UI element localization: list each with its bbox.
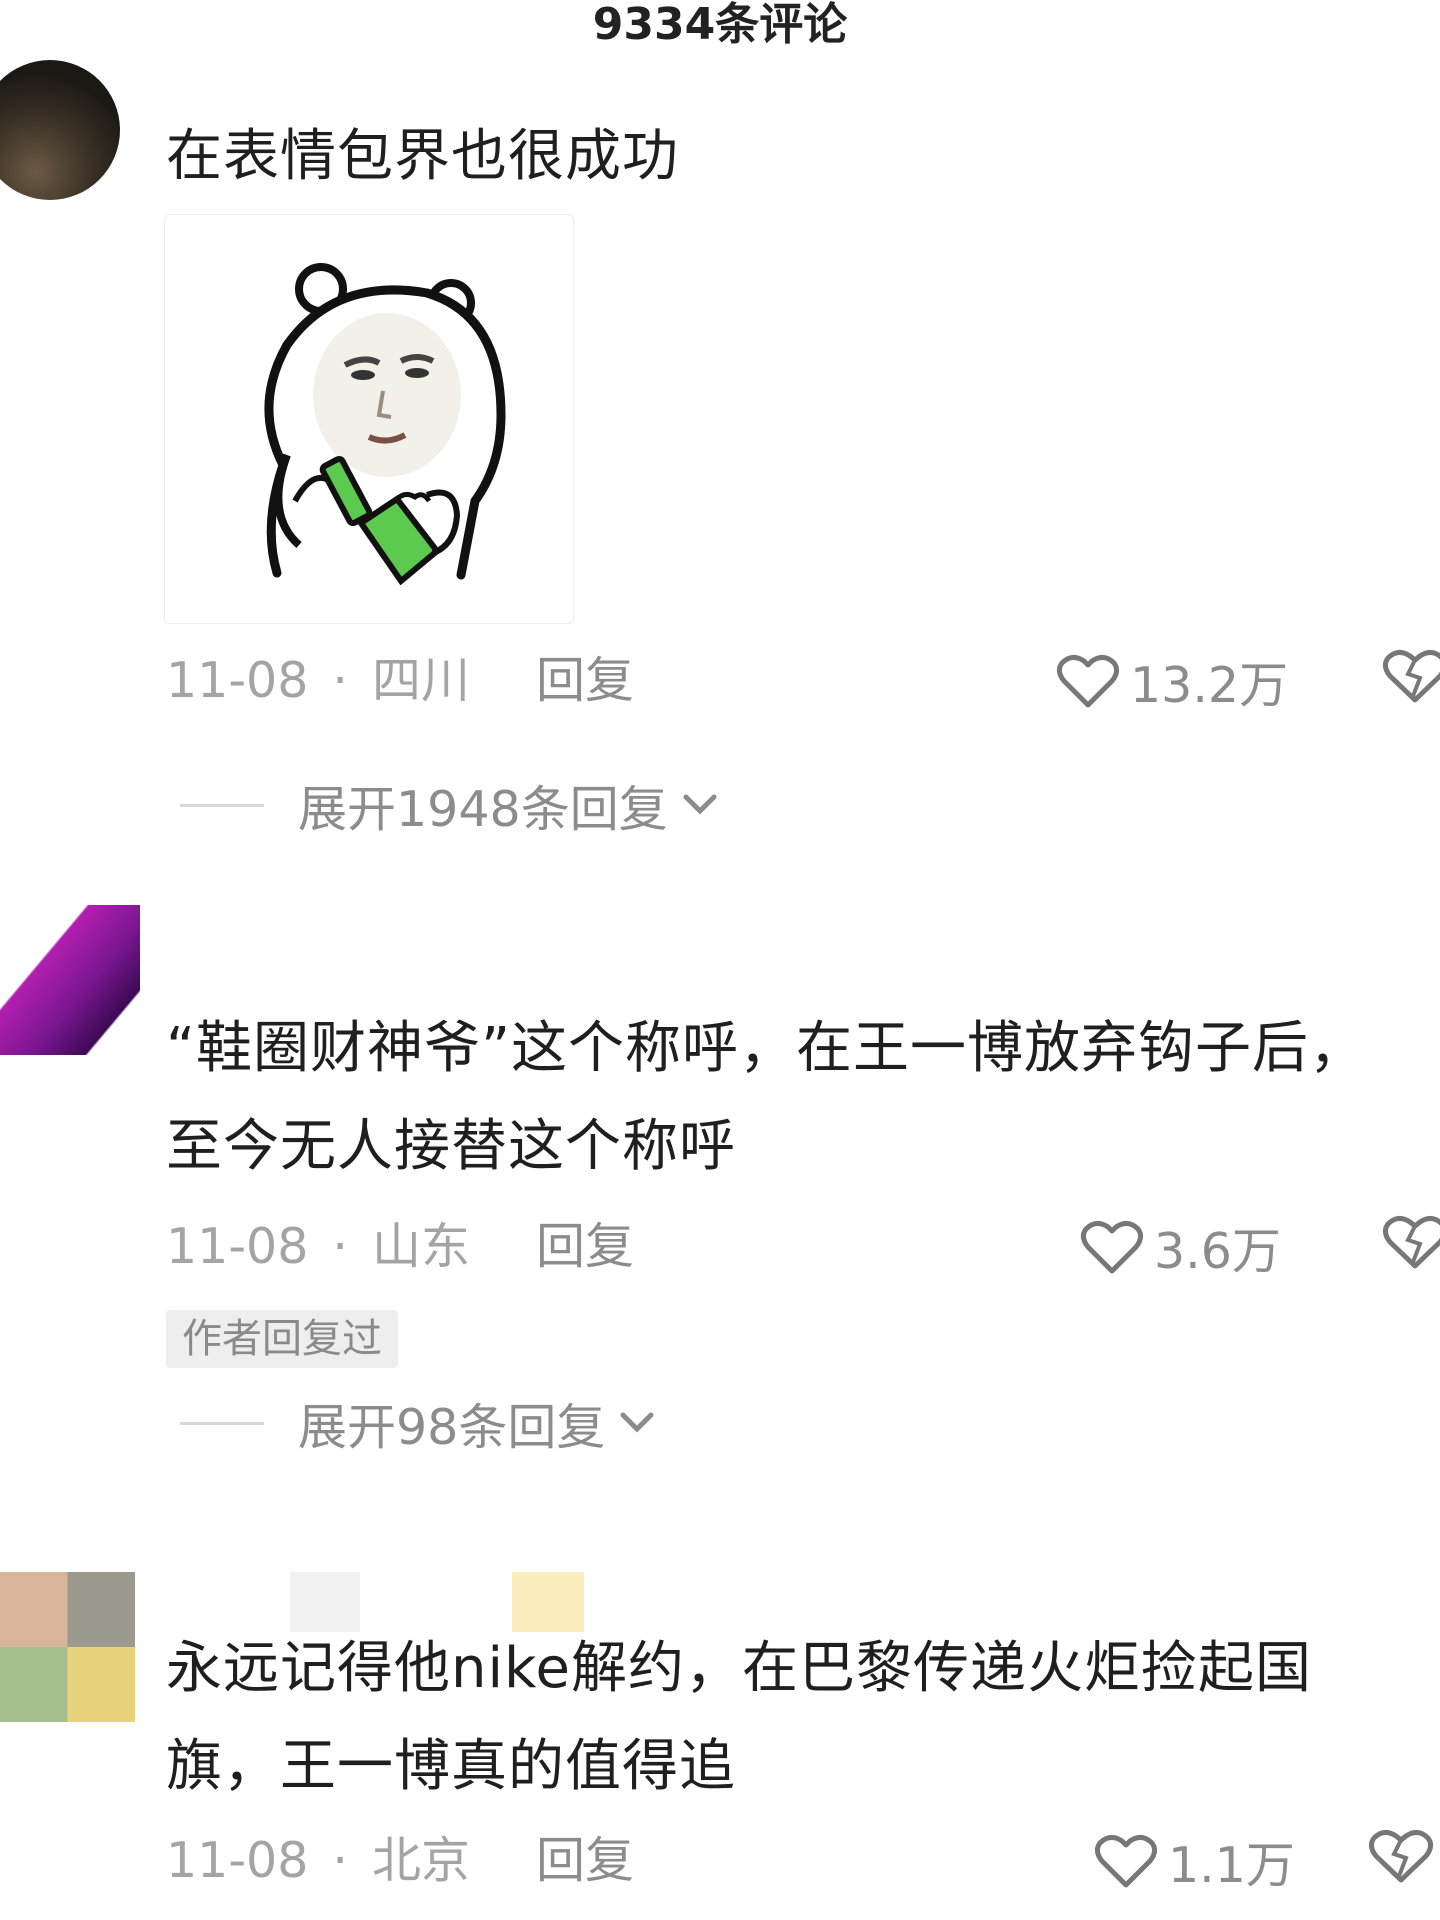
broken-heart-icon [1382,1216,1440,1269]
comment-meta: 11-08 · 北京 回复 [166,1826,634,1896]
expand-replies-label: 展开98条回复 [298,1398,606,1456]
comment-text: 永远记得他nike解约，在巴黎传递火炬捡起国 旗，王一博真的值得追 [166,1636,1312,1799]
like-count: 3.6万 [1154,1222,1281,1280]
heart-outline-icon [1056,655,1120,708]
broken-heart-icon [1382,650,1440,703]
divider-line [180,1421,264,1425]
comment-text: “鞋圈财神爷”这个称呼，在王一博放弃钩子后， 至今无人接替这个称呼 [166,1016,1367,1179]
dislike-button[interactable] [1380,646,1440,716]
expand-replies-button[interactable]: 展开1948条回复 [180,770,724,840]
avatar[interactable] [0,1572,135,1722]
comment-date: 11-08 [166,1832,309,1889]
like-count: 13.2万 [1130,656,1289,714]
like-button[interactable]: 3.6万 [1080,1212,1281,1282]
heart-outline-icon [1080,1221,1144,1274]
reply-button[interactable]: 回复 [536,646,634,716]
avatar[interactable] [0,60,120,200]
reply-button[interactable]: 回复 [536,1826,634,1896]
chevron-down-icon [620,1412,654,1433]
comment-text: 在表情包界也很成功 [166,124,679,189]
comment-location: 山东 [371,1218,470,1275]
comment-date: 11-08 [166,652,309,709]
like-count: 1.1万 [1168,1836,1295,1894]
heart-outline-icon [1094,1835,1158,1888]
comments-count-title: 9334条评论 [592,0,848,50]
expand-replies-button[interactable]: 展开98条回复 [180,1388,661,1458]
broken-heart-icon [1368,1830,1434,1883]
avatar[interactable] [0,905,140,1055]
like-button[interactable]: 1.1万 [1094,1826,1295,1896]
reply-button[interactable]: 回复 [536,1212,634,1282]
bear-sticker-icon [264,263,506,586]
like-button[interactable]: 13.2万 [1056,646,1288,716]
comment-location: 北京 [371,1832,470,1889]
comment-meta: 11-08 · 四川 回复 [166,646,634,716]
dislike-button[interactable] [1380,1212,1440,1282]
chevron-down-icon [683,794,717,815]
comment-date: 11-08 [166,1218,309,1275]
dislike-button[interactable] [1366,1826,1436,1896]
sticker-image[interactable] [164,214,574,624]
author-replied-badge: 作者回复过 [166,1310,398,1368]
comment-location: 四川 [371,652,470,709]
expand-replies-label: 展开1948条回复 [298,780,668,838]
comment-meta: 11-08 · 山东 回复 [166,1212,634,1282]
divider-line [180,803,264,807]
